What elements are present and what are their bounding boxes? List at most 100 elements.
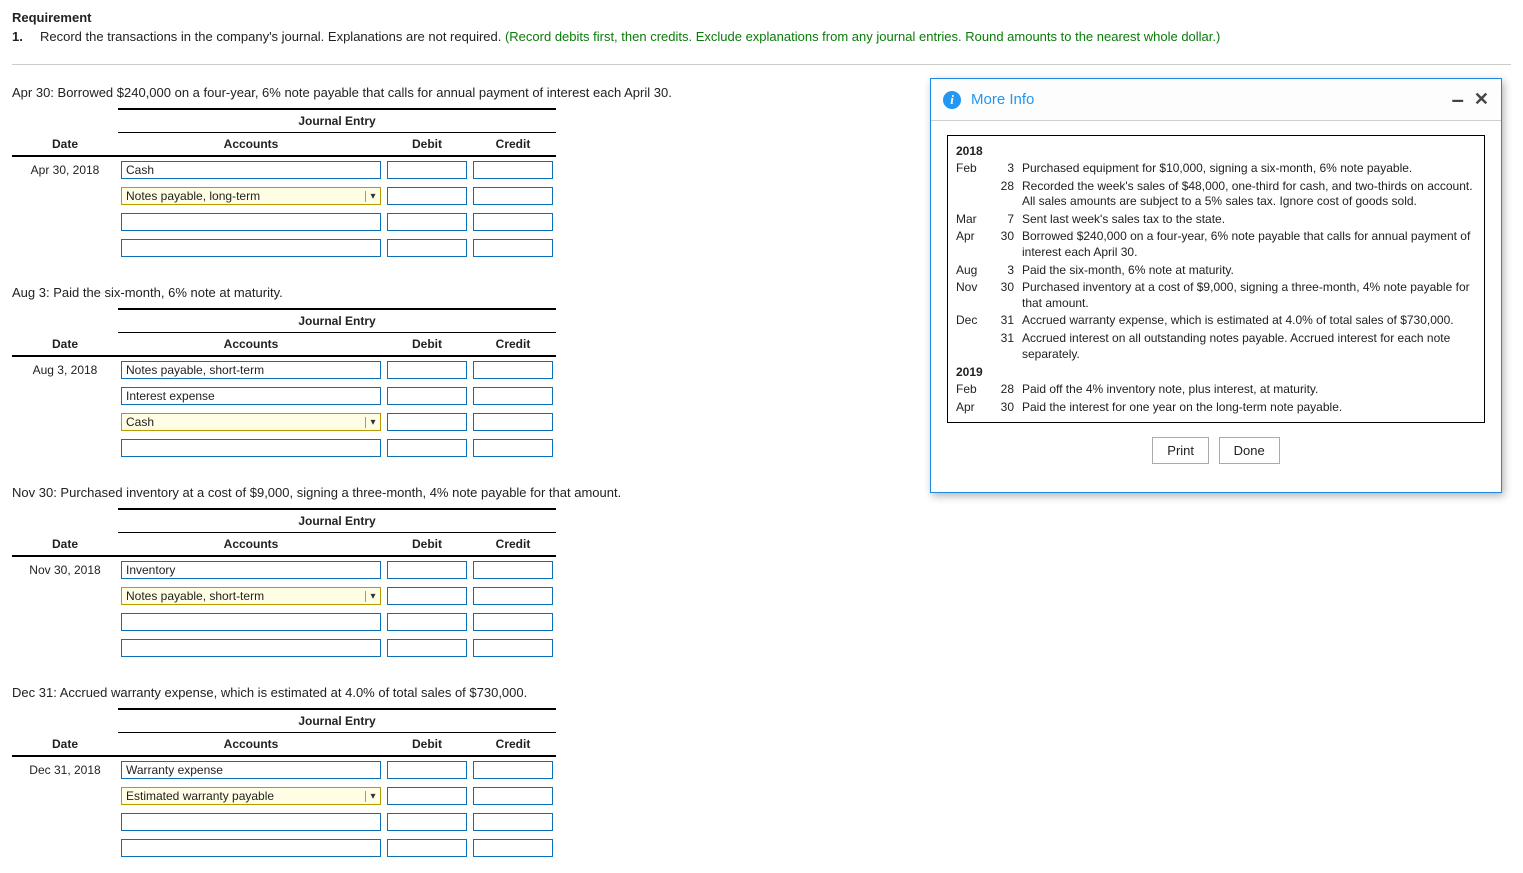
col-header-credit: Credit xyxy=(470,533,556,557)
col-header-debit: Debit xyxy=(384,333,470,357)
debit-input[interactable] xyxy=(387,387,467,405)
debit-input[interactable] xyxy=(387,239,467,257)
col-header-debit: Debit xyxy=(384,133,470,157)
account-select[interactable] xyxy=(121,813,381,831)
credit-input[interactable] xyxy=(473,213,553,231)
chevron-down-icon[interactable]: ▾ xyxy=(365,191,380,202)
info-text: Borrowed $240,000 on a four-year, 6% not… xyxy=(1022,229,1476,260)
debit-input[interactable] xyxy=(387,839,467,857)
credit-input[interactable] xyxy=(473,361,553,379)
journal-entry-table: Journal EntryDateAccountsDebitCreditApr … xyxy=(12,108,556,261)
month-label: Mar xyxy=(956,212,990,228)
chevron-down-icon[interactable]: ▾ xyxy=(365,591,380,602)
credit-input[interactable] xyxy=(473,239,553,257)
credit-input[interactable] xyxy=(473,561,553,579)
requirement-header: Requirement 1.Record the transactions in… xyxy=(0,0,1523,64)
account-select[interactable]: Interest expense xyxy=(121,387,381,405)
credit-input[interactable] xyxy=(473,413,553,431)
info-text: Sent last week's sales tax to the state. xyxy=(1022,212,1476,228)
account-select[interactable]: Estimated warranty payable▾ xyxy=(121,787,381,805)
date-cell xyxy=(12,235,118,261)
credit-input[interactable] xyxy=(473,761,553,779)
journal-section: Dec 31: Accrued warranty expense, which … xyxy=(0,673,1523,873)
date-cell: Aug 3, 2018 xyxy=(12,356,118,383)
day-label: 30 xyxy=(990,280,1022,311)
date-cell: Apr 30, 2018 xyxy=(12,156,118,183)
account-select[interactable] xyxy=(121,213,381,231)
month-label xyxy=(956,331,990,362)
credit-input[interactable] xyxy=(473,439,553,457)
modal-title: More Info xyxy=(971,91,1442,108)
minimize-icon[interactable]: – xyxy=(1452,93,1464,107)
credit-input[interactable] xyxy=(473,161,553,179)
date-cell xyxy=(12,409,118,435)
account-select[interactable]: Cash xyxy=(121,161,381,179)
debit-input[interactable] xyxy=(387,187,467,205)
debit-input[interactable] xyxy=(387,761,467,779)
month-label: Feb xyxy=(956,161,990,177)
info-text: Paid the interest for one year on the lo… xyxy=(1022,400,1476,416)
account-select[interactable] xyxy=(121,239,381,257)
debit-input[interactable] xyxy=(387,413,467,431)
credit-input[interactable] xyxy=(473,187,553,205)
more-info-modal: i More Info – ✕ 2018Feb3Purchased equipm… xyxy=(930,78,1502,493)
info-row: 28Recorded the week's sales of $48,000, … xyxy=(956,178,1476,211)
credit-input[interactable] xyxy=(473,813,553,831)
month-label xyxy=(956,179,990,210)
day-label: 7 xyxy=(990,212,1022,228)
done-button[interactable]: Done xyxy=(1219,437,1280,464)
account-select[interactable]: Notes payable, long-term▾ xyxy=(121,187,381,205)
credit-input[interactable] xyxy=(473,613,553,631)
debit-input[interactable] xyxy=(387,361,467,379)
credit-input[interactable] xyxy=(473,787,553,805)
account-select[interactable]: Inventory xyxy=(121,561,381,579)
credit-input[interactable] xyxy=(473,639,553,657)
col-header-debit: Debit xyxy=(384,733,470,757)
debit-input[interactable] xyxy=(387,613,467,631)
account-text: Warranty expense xyxy=(122,763,380,777)
month-label: Aug xyxy=(956,263,990,279)
account-select[interactable]: Warranty expense xyxy=(121,761,381,779)
table-title: Journal Entry xyxy=(118,109,556,133)
debit-input[interactable] xyxy=(387,561,467,579)
account-text: Inventory xyxy=(122,563,380,577)
info-text: Paid the six-month, 6% note at maturity. xyxy=(1022,263,1476,279)
debit-input[interactable] xyxy=(387,787,467,805)
info-row: Mar7Sent last week's sales tax to the st… xyxy=(956,211,1476,229)
account-select[interactable] xyxy=(121,639,381,657)
info-icon: i xyxy=(943,91,961,109)
table-title: Journal Entry xyxy=(118,509,556,533)
debit-input[interactable] xyxy=(387,587,467,605)
info-row: Apr30Borrowed $240,000 on a four-year, 6… xyxy=(956,228,1476,261)
col-header-accounts: Accounts xyxy=(118,133,384,157)
table-title: Journal Entry xyxy=(118,309,556,333)
date-cell xyxy=(12,783,118,809)
chevron-down-icon[interactable]: ▾ xyxy=(365,417,380,428)
chevron-down-icon[interactable]: ▾ xyxy=(365,791,380,802)
credit-input[interactable] xyxy=(473,387,553,405)
journal-entry-table: Journal EntryDateAccountsDebitCreditAug … xyxy=(12,308,556,461)
account-select[interactable] xyxy=(121,839,381,857)
debit-input[interactable] xyxy=(387,639,467,657)
account-select[interactable]: Notes payable, short-term xyxy=(121,361,381,379)
info-row: Nov30Purchased inventory at a cost of $9… xyxy=(956,279,1476,312)
credit-input[interactable] xyxy=(473,839,553,857)
print-button[interactable]: Print xyxy=(1152,437,1209,464)
modal-header: i More Info – ✕ xyxy=(931,79,1501,121)
col-header-date: Date xyxy=(12,133,118,157)
debit-input[interactable] xyxy=(387,161,467,179)
credit-input[interactable] xyxy=(473,587,553,605)
debit-input[interactable] xyxy=(387,813,467,831)
account-select[interactable] xyxy=(121,613,381,631)
transaction-instruction: Dec 31: Accrued warranty expense, which … xyxy=(12,685,1511,700)
day-label: 30 xyxy=(990,400,1022,416)
account-select[interactable] xyxy=(121,439,381,457)
close-icon[interactable]: ✕ xyxy=(1474,89,1489,110)
date-cell xyxy=(12,809,118,835)
debit-input[interactable] xyxy=(387,213,467,231)
account-select[interactable]: Notes payable, short-term▾ xyxy=(121,587,381,605)
info-text: Recorded the week's sales of $48,000, on… xyxy=(1022,179,1476,210)
divider xyxy=(12,64,1511,65)
account-select[interactable]: Cash▾ xyxy=(121,413,381,431)
debit-input[interactable] xyxy=(387,439,467,457)
